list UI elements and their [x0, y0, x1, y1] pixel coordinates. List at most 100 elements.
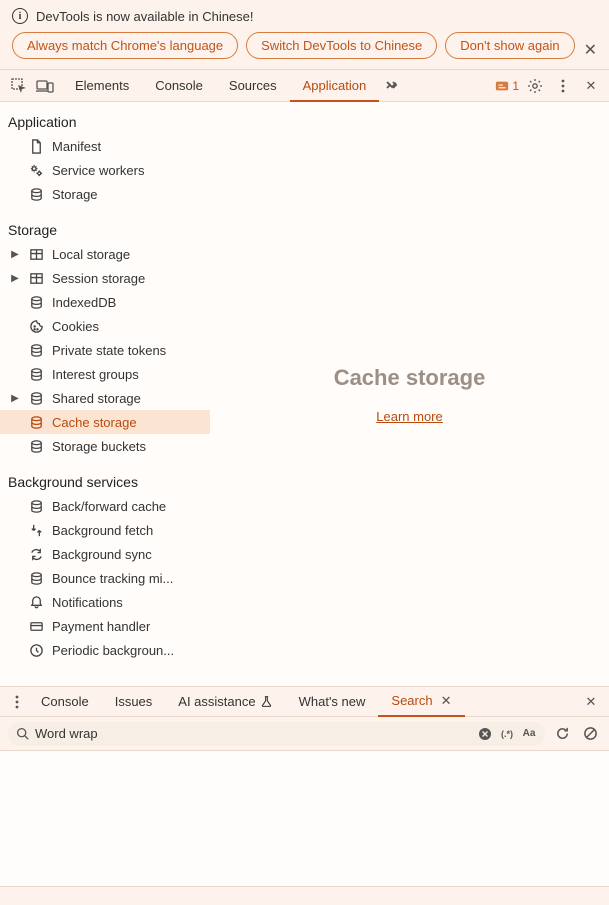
sidebar-item-background-sync[interactable]: Background sync — [0, 542, 210, 566]
learn-more-link[interactable]: Learn more — [376, 409, 442, 424]
drawer-tab-console[interactable]: Console — [28, 687, 102, 717]
sidebar-item-cache-storage[interactable]: Cache storage — [0, 410, 210, 434]
match-case-toggle[interactable]: Aa — [521, 726, 537, 742]
sidebar-item-local-storage[interactable]: ▶ Local storage — [0, 242, 210, 266]
tab-console[interactable]: Console — [142, 70, 216, 102]
clear-search-button[interactable] — [477, 726, 493, 742]
tab-sources[interactable]: Sources — [216, 70, 290, 102]
regex-toggle[interactable]: (.*) — [499, 726, 515, 742]
sidebar-item-label: Manifest — [52, 139, 101, 154]
drawer-tabbar: Console Issues AI assistance What's new … — [0, 687, 609, 717]
sidebar-item-label: Back/forward cache — [52, 499, 166, 514]
sidebar-item-manifest[interactable]: Manifest — [0, 134, 210, 158]
gears-icon — [28, 162, 44, 178]
sidebar-item-label: Session storage — [52, 271, 145, 286]
clear-results-button[interactable] — [579, 723, 601, 745]
sidebar-item-interest-groups[interactable]: Interest groups — [0, 362, 210, 386]
info-icon: i — [12, 8, 28, 24]
sidebar-category: Background services — [0, 468, 210, 494]
more-tabs-button[interactable] — [379, 73, 405, 99]
sidebar-category: Application — [0, 108, 210, 134]
sidebar-item-session-storage[interactable]: ▶ Session storage — [0, 266, 210, 290]
device-toolbar-button[interactable] — [32, 73, 58, 99]
tab-application[interactable]: Application — [290, 70, 380, 102]
sidebar-item-cookies[interactable]: Cookies — [0, 314, 210, 338]
drawer-close-button[interactable]: ✕ — [579, 694, 603, 710]
database-icon — [28, 414, 44, 430]
bell-icon — [28, 594, 44, 610]
database-icon — [28, 294, 44, 310]
infobar-message: DevTools is now available in Chinese! — [36, 9, 254, 24]
drawer-tab-search[interactable]: Search ✕ — [378, 687, 464, 717]
database-icon — [28, 186, 44, 202]
sidebar-item-indexeddb[interactable]: IndexedDB — [0, 290, 210, 314]
sidebar-item-background-fetch[interactable]: Background fetch — [0, 518, 210, 542]
database-icon — [28, 366, 44, 382]
sidebar-item-label: Shared storage — [52, 391, 141, 406]
drawer-kebab-button[interactable] — [6, 690, 28, 714]
drawer-tab-ai[interactable]: AI assistance — [165, 687, 285, 717]
sidebar-item-label: Payment handler — [52, 619, 150, 634]
clock-icon — [28, 642, 44, 658]
search-icon — [16, 727, 29, 740]
search-toolbar: (.*) Aa — [0, 717, 609, 751]
application-panel: Application Manifest Service workers Storag… — [0, 102, 609, 687]
sidebar-item-label: Local storage — [52, 247, 130, 262]
chip-dont-show[interactable]: Don't show again — [445, 32, 574, 59]
fetch-icon — [28, 522, 44, 538]
refresh-search-button[interactable] — [551, 723, 573, 745]
inspect-element-button[interactable] — [6, 73, 32, 99]
drawer-tab-issues[interactable]: Issues — [102, 687, 166, 717]
table-icon — [28, 246, 44, 262]
sidebar-item-private-state-tokens[interactable]: Private state tokens — [0, 338, 210, 362]
infobar: i DevTools is now available in Chinese! … — [0, 0, 609, 70]
database-icon — [28, 342, 44, 358]
issues-count-number: 1 — [512, 79, 519, 93]
sidebar-item-label: Storage — [52, 187, 98, 202]
settings-button[interactable] — [523, 74, 547, 98]
expand-arrow-icon: ▶ — [10, 249, 20, 260]
close-devtools-button[interactable]: ✕ — [579, 74, 603, 98]
search-results-area — [0, 751, 609, 887]
issues-indicator[interactable]: 1 — [495, 79, 519, 93]
sidebar-item-notifications[interactable]: Notifications — [0, 590, 210, 614]
sidebar-item-storage-buckets[interactable]: Storage buckets — [0, 434, 210, 458]
flask-icon — [260, 695, 273, 708]
database-icon — [28, 438, 44, 454]
sidebar-item-shared-storage[interactable]: ▶Shared storage — [0, 386, 210, 410]
sidebar-item-back-forward-cache[interactable]: Back/forward cache — [0, 494, 210, 518]
search-input[interactable] — [35, 726, 471, 741]
chip-switch-chinese[interactable]: Switch DevTools to Chinese — [246, 32, 437, 59]
sidebar-item-bounce-tracking-mi[interactable]: Bounce tracking mi... — [0, 566, 210, 590]
database-icon — [28, 498, 44, 514]
sidebar-item-label: Storage buckets — [52, 439, 146, 454]
expand-arrow-icon: ▶ — [10, 273, 20, 284]
drawer-tab-whatsnew[interactable]: What's new — [286, 687, 379, 717]
kebab-menu-button[interactable] — [551, 74, 575, 98]
infobar-close-button[interactable]: ✕ — [584, 40, 597, 60]
sidebar-item-service-workers[interactable]: Service workers — [0, 158, 210, 182]
sidebar-item-label: Service workers — [52, 163, 144, 178]
sidebar-item-label: Private state tokens — [52, 343, 166, 358]
detail-pane: Cache storage Learn more — [210, 102, 609, 686]
tab-elements[interactable]: Elements — [62, 70, 142, 102]
sync-icon — [28, 546, 44, 562]
sidebar-item-label: Periodic backgroun... — [52, 643, 174, 658]
drawer-footer — [0, 887, 609, 905]
sidebar-item-periodic-backgroun[interactable]: Periodic backgroun... — [0, 638, 210, 662]
close-search-tab-button[interactable]: ✕ — [441, 686, 452, 716]
sidebar-item-payment-handler[interactable]: Payment handler — [0, 614, 210, 638]
sidebar-item-label: Notifications — [52, 595, 123, 610]
database-icon — [28, 390, 44, 406]
search-field[interactable]: (.*) Aa — [8, 722, 545, 746]
sidebar-item-label: Bounce tracking mi... — [52, 571, 173, 586]
sidebar-item-label: IndexedDB — [52, 295, 116, 310]
application-sidebar[interactable]: Application Manifest Service workers Storag… — [0, 102, 210, 686]
sidebar-item-label: Cookies — [52, 319, 99, 334]
main-toolbar: Elements Console Sources Application 1 ✕ — [0, 70, 609, 102]
chip-match-language[interactable]: Always match Chrome's language — [12, 32, 238, 59]
sidebar-item-label: Background fetch — [52, 523, 153, 538]
table-icon — [28, 270, 44, 286]
sidebar-item-storage[interactable]: Storage — [0, 182, 210, 206]
drawer-tab-ai-label: AI assistance — [178, 687, 255, 717]
